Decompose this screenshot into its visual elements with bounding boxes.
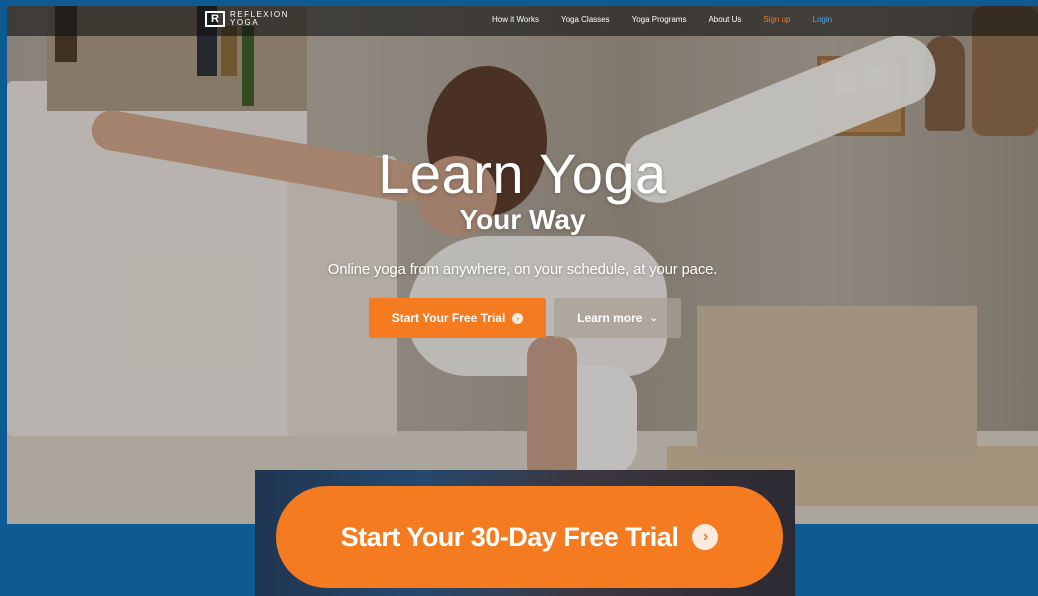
top-nav: R REFLEXION YOGA How it Works Yoga Class… <box>7 6 1038 36</box>
start-30-day-free-trial-button[interactable]: Start Your 30-Day Free Trial › <box>276 486 783 588</box>
learn-more-label: Learn more <box>577 311 643 325</box>
nav-links: How it Works Yoga Classes Yoga Programs … <box>492 15 854 24</box>
logo-line-2: YOGA <box>230 18 260 27</box>
nav-about-us[interactable]: About Us <box>708 15 741 24</box>
hero-section: R REFLEXION YOGA How it Works Yoga Class… <box>7 6 1038 524</box>
start-free-trial-label: Start Your Free Trial <box>391 311 506 325</box>
circle-arrow-right-icon: › <box>512 312 524 324</box>
logo-text: REFLEXION YOGA <box>230 11 289 27</box>
nav-sign-up[interactable]: Sign up <box>763 15 790 24</box>
start-free-trial-button[interactable]: Start Your Free Trial › <box>369 298 546 338</box>
nav-yoga-programs[interactable]: Yoga Programs <box>632 15 687 24</box>
hero-tagline: Online yoga from anywhere, on your sched… <box>327 261 718 278</box>
circle-arrow-right-icon: › <box>692 524 719 550</box>
chevron-down-icon: ⌄ <box>649 312 658 324</box>
logo-mark-icon: R <box>205 11 225 27</box>
learn-more-button[interactable]: Learn more ⌄ <box>554 298 681 338</box>
logo[interactable]: R REFLEXION YOGA <box>205 11 289 27</box>
cta-zoom-inset: Start Your 30-Day Free Trial › <box>255 470 795 596</box>
nav-how-it-works[interactable]: How it Works <box>492 15 539 24</box>
start-30-day-free-trial-label: Start Your 30-Day Free Trial <box>340 521 679 552</box>
hero-subheadline: Your Way <box>459 204 586 235</box>
nav-yoga-classes[interactable]: Yoga Classes <box>561 15 610 24</box>
nav-login[interactable]: Login <box>813 15 833 24</box>
hero-headline: Learn Yoga <box>378 142 667 205</box>
